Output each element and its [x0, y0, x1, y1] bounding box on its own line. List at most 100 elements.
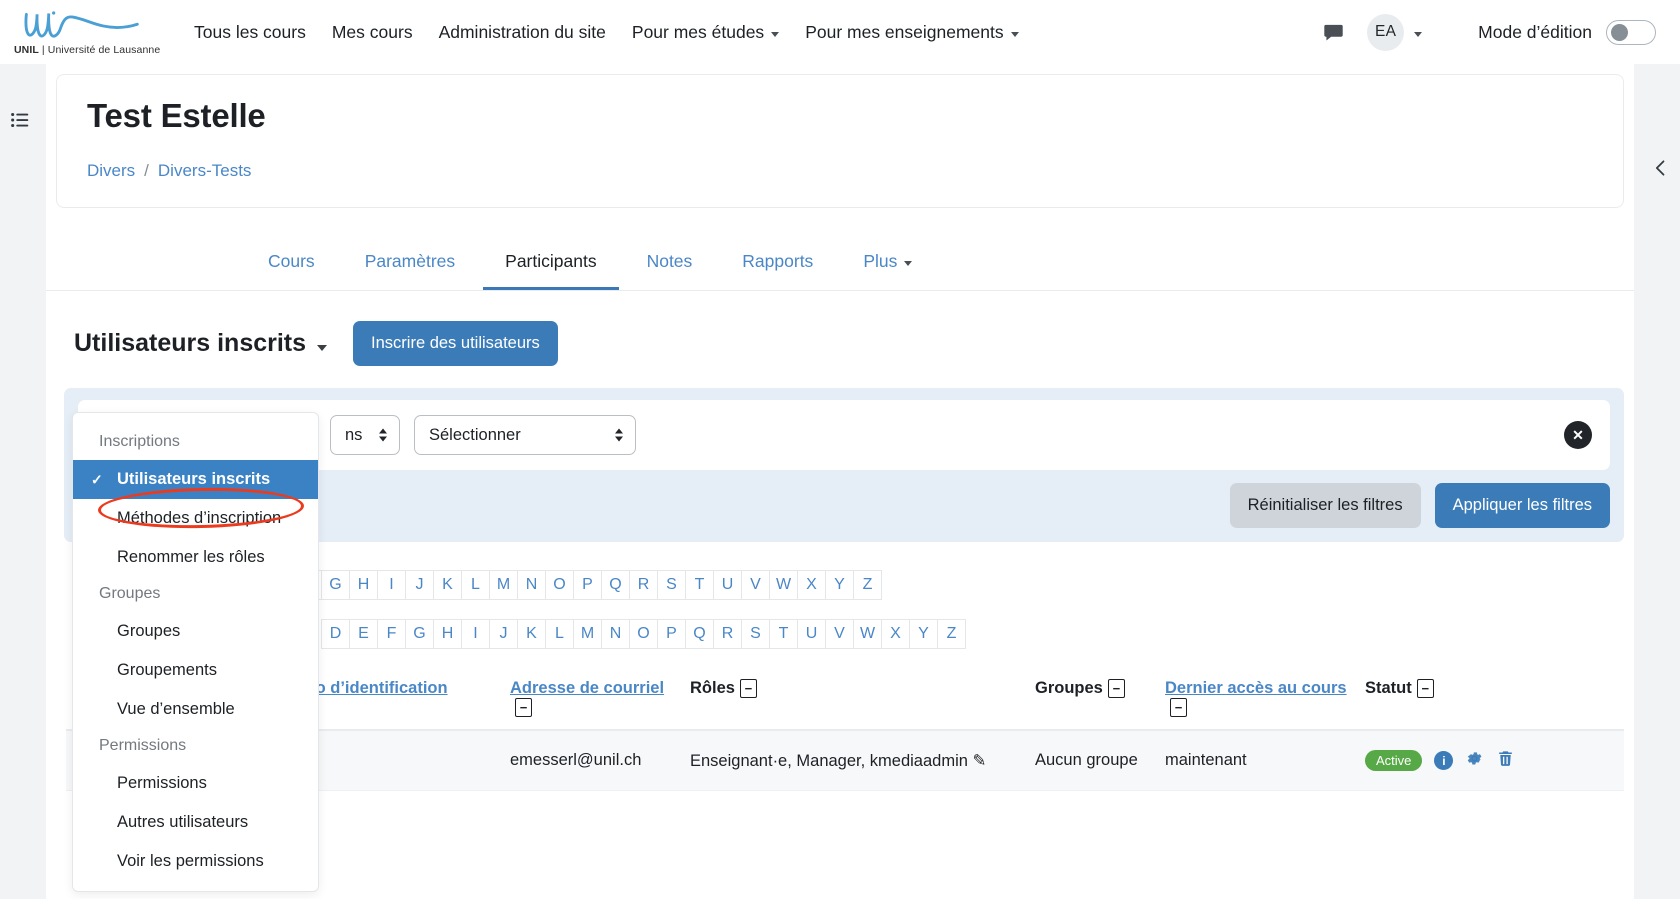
- dropdown-item-label: Méthodes d’inscription: [117, 509, 281, 527]
- alphabet-filter-O[interactable]: O: [545, 570, 574, 600]
- tab-label: Paramètres: [365, 251, 455, 272]
- unil-logo[interactable]: UNIL | Université de Lausanne: [14, 9, 184, 56]
- alphabet-filter-H[interactable]: H: [349, 570, 378, 600]
- dropdown-item-autres-utilisateurs[interactable]: Autres utilisateurs: [73, 803, 318, 842]
- alphabet-filter-P[interactable]: P: [573, 570, 602, 600]
- collapse-last-access-column-icon[interactable]: −: [1170, 698, 1187, 717]
- nav-link-administration-du-site[interactable]: Administration du site: [439, 22, 606, 43]
- edit-roles-pencil-icon[interactable]: ✎: [973, 752, 987, 770]
- open-block-drawer-button[interactable]: [1638, 136, 1680, 200]
- alphabet-filter-V[interactable]: V: [741, 570, 770, 600]
- alphabet-filter-I[interactable]: I: [377, 570, 406, 600]
- nav-link-pour-mes-etudes[interactable]: Pour mes études: [632, 22, 779, 43]
- dropdown-item-renommer-les-r-les[interactable]: Renommer les rôles: [73, 538, 318, 577]
- chat-icon[interactable]: [1321, 20, 1345, 44]
- dropdown-item-m-thodes-d-inscription[interactable]: Méthodes d’inscription: [73, 499, 318, 538]
- alphabet-filter-S[interactable]: S: [741, 619, 770, 649]
- alphabet-filter-T[interactable]: T: [769, 619, 798, 649]
- breadcrumb-item-divers-tests[interactable]: Divers-Tests: [158, 161, 252, 181]
- apply-filters-button[interactable]: Appliquer les filtres: [1435, 483, 1610, 528]
- open-course-index-drawer-button[interactable]: [0, 89, 44, 151]
- nav-link-mes-cours[interactable]: Mes cours: [332, 22, 413, 43]
- dropdown-item-groupes[interactable]: Groupes: [73, 612, 318, 651]
- chevron-left-icon: [1651, 158, 1671, 178]
- alphabet-filter-U[interactable]: U: [797, 619, 826, 649]
- clear-filter-button[interactable]: ✕: [1564, 421, 1592, 449]
- collapse-email-column-icon[interactable]: −: [515, 698, 532, 717]
- alphabet-filter-O[interactable]: O: [629, 619, 658, 649]
- tab-label: Plus: [863, 251, 897, 272]
- alphabet-filter-G[interactable]: G: [405, 619, 434, 649]
- collapse-status-column-icon[interactable]: −: [1417, 679, 1434, 698]
- alphabet-filter-Q[interactable]: Q: [601, 570, 630, 600]
- email-header-link[interactable]: Adresse de courriel: [510, 679, 664, 697]
- alphabet-filter-F[interactable]: F: [377, 619, 406, 649]
- chevron-down-icon: [317, 345, 327, 351]
- alphabet-filter-W[interactable]: W: [853, 619, 882, 649]
- dropdown-item-utilisateurs-inscrits[interactable]: ✓Utilisateurs inscrits: [73, 460, 318, 499]
- alphabet-filter-Z[interactable]: Z: [937, 619, 966, 649]
- alphabet-filter-S[interactable]: S: [657, 570, 686, 600]
- alphabet-filter-L[interactable]: L: [545, 619, 574, 649]
- alphabet-filter-X[interactable]: X: [881, 619, 910, 649]
- alphabet-filter-N[interactable]: N: [517, 570, 546, 600]
- alphabet-filter-K[interactable]: K: [517, 619, 546, 649]
- user-menu[interactable]: EA: [1367, 14, 1422, 51]
- nav-link-pour-mes-enseignements[interactable]: Pour mes enseignements: [805, 22, 1018, 43]
- dropdown-item-voir-les-permissions[interactable]: Voir les permissions: [73, 842, 318, 881]
- alphabet-filter-Q[interactable]: Q: [685, 619, 714, 649]
- enrol-users-button[interactable]: Inscrire des utilisateurs: [353, 321, 558, 366]
- alphabet-filter-P[interactable]: P: [657, 619, 686, 649]
- alphabet-filter-K[interactable]: K: [433, 570, 462, 600]
- tab-cours[interactable]: Cours: [246, 238, 337, 290]
- dropdown-item-label: Groupements: [117, 661, 217, 679]
- tab-participants[interactable]: Participants: [483, 238, 618, 290]
- breadcrumb-separator: /: [144, 161, 149, 181]
- last-access-header-link[interactable]: Dernier accès au cours: [1165, 679, 1347, 697]
- participants-view-selector[interactable]: Utilisateurs inscrits: [74, 329, 327, 358]
- trash-icon[interactable]: [1496, 749, 1515, 773]
- tab-notes[interactable]: Notes: [625, 238, 715, 290]
- alphabet-filter-G[interactable]: G: [321, 570, 350, 600]
- alphabet-filter-X[interactable]: X: [797, 570, 826, 600]
- alphabet-filter-Y[interactable]: Y: [909, 619, 938, 649]
- reset-filters-button[interactable]: Réinitialiser les filtres: [1230, 483, 1421, 528]
- edit-mode-control: Mode d’édition: [1478, 20, 1656, 45]
- dropdown-item-groupements[interactable]: Groupements: [73, 651, 318, 690]
- alphabet-filter-V[interactable]: V: [825, 619, 854, 649]
- alphabet-filter-Z[interactable]: Z: [853, 570, 882, 600]
- alphabet-filter-I[interactable]: I: [461, 619, 490, 649]
- tab-plus[interactable]: Plus: [841, 238, 934, 290]
- alphabet-filter-W[interactable]: W: [769, 570, 798, 600]
- alphabet-filter-Y[interactable]: Y: [825, 570, 854, 600]
- alphabet-filter-H[interactable]: H: [433, 619, 462, 649]
- filter-type-select[interactable]: Sélectionner: [414, 415, 636, 455]
- status-header: Statut−: [1359, 671, 1624, 730]
- collapse-groups-column-icon[interactable]: −: [1108, 679, 1125, 698]
- alphabet-filter-M[interactable]: M: [489, 570, 518, 600]
- alphabet-filter-R[interactable]: R: [629, 570, 658, 600]
- alphabet-filter-L[interactable]: L: [461, 570, 490, 600]
- breadcrumb-item-divers[interactable]: Divers: [87, 161, 135, 181]
- gear-icon[interactable]: [1465, 749, 1484, 773]
- tab-parametres[interactable]: Paramètres: [343, 238, 477, 290]
- alphabet-filter-E[interactable]: E: [349, 619, 378, 649]
- alphabet-filter-D[interactable]: D: [321, 619, 350, 649]
- alphabet-filter-J[interactable]: J: [405, 570, 434, 600]
- id-number-header-link[interactable]: éro d’identification: [300, 679, 448, 697]
- dropdown-item-permissions[interactable]: Permissions: [73, 764, 318, 803]
- filter-match-select[interactable]: ns: [330, 415, 400, 455]
- alphabet-filter-T[interactable]: T: [685, 570, 714, 600]
- alphabet-filter-J[interactable]: J: [489, 619, 518, 649]
- dropdown-item-vue-d-ensemble[interactable]: Vue d’ensemble: [73, 690, 318, 729]
- alphabet-filter-N[interactable]: N: [601, 619, 630, 649]
- alphabet-filter-M[interactable]: M: [573, 619, 602, 649]
- nav-link-tous-les-cours[interactable]: Tous les cours: [194, 22, 306, 43]
- alphabet-filter-U[interactable]: U: [713, 570, 742, 600]
- info-icon[interactable]: i: [1434, 751, 1453, 770]
- edit-mode-toggle[interactable]: [1606, 20, 1656, 45]
- alphabet-filter-R[interactable]: R: [713, 619, 742, 649]
- collapse-roles-column-icon[interactable]: −: [740, 679, 757, 698]
- tab-rapports[interactable]: Rapports: [720, 238, 835, 290]
- avatar: EA: [1367, 14, 1404, 51]
